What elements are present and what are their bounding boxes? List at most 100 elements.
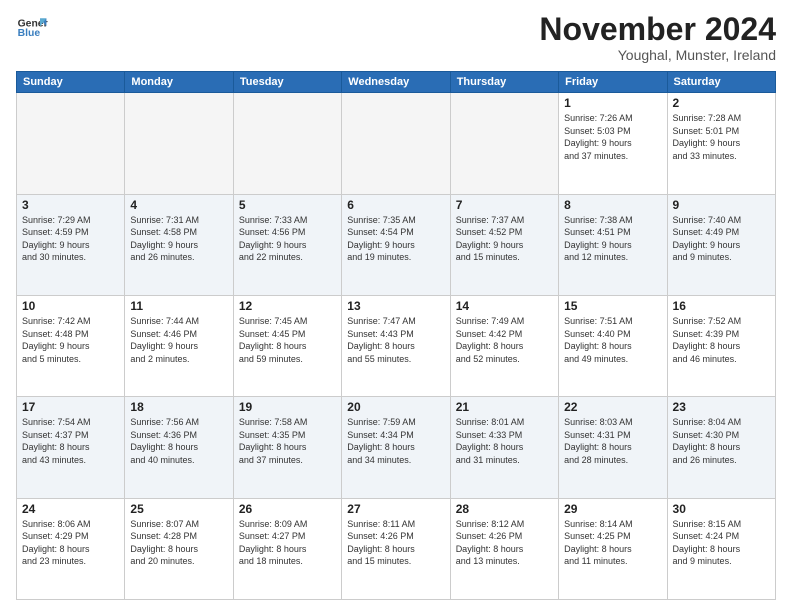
day-info: Sunrise: 8:07 AM Sunset: 4:28 PM Dayligh… (130, 518, 227, 568)
day-info: Sunrise: 8:14 AM Sunset: 4:25 PM Dayligh… (564, 518, 661, 568)
table-row: 27 Sunrise: 8:11 AM Sunset: 4:26 PM Dayli… (342, 498, 450, 599)
day-info: Sunrise: 7:49 AM Sunset: 4:42 PM Dayligh… (456, 315, 553, 365)
day-info: Sunrise: 7:58 AM Sunset: 4:35 PM Dayligh… (239, 416, 336, 466)
table-row (17, 93, 125, 194)
day-info: Sunrise: 8:11 AM Sunset: 4:26 PM Dayligh… (347, 518, 444, 568)
table-row: 23 Sunrise: 8:04 AM Sunset: 4:30 PM Dayli… (667, 397, 775, 498)
month-title: November 2024 (539, 12, 776, 47)
table-row: 3 Sunrise: 7:29 AM Sunset: 4:59 PM Daylig… (17, 194, 125, 295)
day-number: 8 (564, 198, 661, 212)
day-info: Sunrise: 7:59 AM Sunset: 4:34 PM Dayligh… (347, 416, 444, 466)
table-row: 11 Sunrise: 7:44 AM Sunset: 4:46 PM Dayli… (125, 295, 233, 396)
table-row: 17 Sunrise: 7:54 AM Sunset: 4:37 PM Dayli… (17, 397, 125, 498)
day-info: Sunrise: 7:47 AM Sunset: 4:43 PM Dayligh… (347, 315, 444, 365)
calendar-week-row: 24Sunrise: 8:06 AM Sunset: 4:29 PM Dayli… (17, 498, 776, 599)
day-number: 12 (239, 299, 336, 313)
day-info: Sunrise: 7:28 AM Sunset: 5:01 PM Dayligh… (673, 112, 770, 162)
day-number: 20 (347, 400, 444, 414)
day-info: Sunrise: 8:03 AM Sunset: 4:31 PM Dayligh… (564, 416, 661, 466)
table-row: 26 Sunrise: 8:09 AM Sunset: 4:27 PM Dayli… (233, 498, 341, 599)
day-info: Sunrise: 7:56 AM Sunset: 4:36 PM Dayligh… (130, 416, 227, 466)
day-number: 25 (130, 502, 227, 516)
day-number: 7 (456, 198, 553, 212)
day-info: Sunrise: 8:04 AM Sunset: 4:30 PM Dayligh… (673, 416, 770, 466)
col-friday: Friday (559, 72, 667, 93)
day-info: Sunrise: 7:31 AM Sunset: 4:58 PM Dayligh… (130, 214, 227, 264)
table-row: 16Sunrise: 7:52 AM Sunset: 4:39 PM Dayli… (667, 295, 775, 396)
logo-icon: General Blue (16, 12, 48, 44)
day-number: 9 (673, 198, 770, 212)
day-number: 4 (130, 198, 227, 212)
table-row: 21 Sunrise: 8:01 AM Sunset: 4:33 PM Dayli… (450, 397, 558, 498)
day-info: Sunrise: 7:40 AM Sunset: 4:49 PM Dayligh… (673, 214, 770, 264)
table-row: 2 Sunrise: 7:28 AM Sunset: 5:01 PM Daylig… (667, 93, 775, 194)
table-row: 24Sunrise: 8:06 AM Sunset: 4:29 PM Dayli… (17, 498, 125, 599)
day-info: Sunrise: 7:33 AM Sunset: 4:56 PM Dayligh… (239, 214, 336, 264)
day-number: 17 (22, 400, 119, 414)
calendar-week-row: 3 Sunrise: 7:29 AM Sunset: 4:59 PM Daylig… (17, 194, 776, 295)
day-info: Sunrise: 7:42 AM Sunset: 4:48 PM Dayligh… (22, 315, 119, 365)
day-number: 26 (239, 502, 336, 516)
table-row: 22Sunrise: 8:03 AM Sunset: 4:31 PM Dayli… (559, 397, 667, 498)
table-row: 6Sunrise: 7:35 AM Sunset: 4:54 PM Daylig… (342, 194, 450, 295)
day-info: Sunrise: 7:26 AM Sunset: 5:03 PM Dayligh… (564, 112, 661, 162)
col-thursday: Thursday (450, 72, 558, 93)
table-row: 13 Sunrise: 7:47 AM Sunset: 4:43 PM Dayli… (342, 295, 450, 396)
table-row: 20 Sunrise: 7:59 AM Sunset: 4:34 PM Dayli… (342, 397, 450, 498)
col-wednesday: Wednesday (342, 72, 450, 93)
day-number: 19 (239, 400, 336, 414)
day-number: 14 (456, 299, 553, 313)
day-number: 1 (564, 96, 661, 110)
table-row: 9 Sunrise: 7:40 AM Sunset: 4:49 PM Daylig… (667, 194, 775, 295)
day-info: Sunrise: 8:09 AM Sunset: 4:27 PM Dayligh… (239, 518, 336, 568)
table-row (342, 93, 450, 194)
subtitle: Youghal, Munster, Ireland (539, 47, 776, 63)
day-info: Sunrise: 7:38 AM Sunset: 4:51 PM Dayligh… (564, 214, 661, 264)
day-info: Sunrise: 7:44 AM Sunset: 4:46 PM Dayligh… (130, 315, 227, 365)
title-block: November 2024 Youghal, Munster, Ireland (539, 12, 776, 63)
col-sunday: Sunday (17, 72, 125, 93)
calendar-week-row: 1 Sunrise: 7:26 AM Sunset: 5:03 PM Daylig… (17, 93, 776, 194)
day-info: Sunrise: 7:45 AM Sunset: 4:45 PM Dayligh… (239, 315, 336, 365)
day-number: 15 (564, 299, 661, 313)
day-number: 13 (347, 299, 444, 313)
day-number: 6 (347, 198, 444, 212)
day-number: 21 (456, 400, 553, 414)
calendar-header-row: Sunday Monday Tuesday Wednesday Thursday… (17, 72, 776, 93)
day-number: 30 (673, 502, 770, 516)
day-info: Sunrise: 7:29 AM Sunset: 4:59 PM Dayligh… (22, 214, 119, 264)
table-row: 18Sunrise: 7:56 AM Sunset: 4:36 PM Dayli… (125, 397, 233, 498)
table-row (233, 93, 341, 194)
day-number: 2 (673, 96, 770, 110)
table-row: 15Sunrise: 7:51 AM Sunset: 4:40 PM Dayli… (559, 295, 667, 396)
header: General Blue November 2024 Youghal, Muns… (16, 12, 776, 63)
col-saturday: Saturday (667, 72, 775, 93)
day-info: Sunrise: 8:01 AM Sunset: 4:33 PM Dayligh… (456, 416, 553, 466)
table-row: 7 Sunrise: 7:37 AM Sunset: 4:52 PM Daylig… (450, 194, 558, 295)
table-row: 1 Sunrise: 7:26 AM Sunset: 5:03 PM Daylig… (559, 93, 667, 194)
day-number: 16 (673, 299, 770, 313)
day-number: 28 (456, 502, 553, 516)
page: General Blue November 2024 Youghal, Muns… (0, 0, 792, 612)
table-row: 8 Sunrise: 7:38 AM Sunset: 4:51 PM Daylig… (559, 194, 667, 295)
logo: General Blue (16, 12, 48, 44)
day-info: Sunrise: 8:15 AM Sunset: 4:24 PM Dayligh… (673, 518, 770, 568)
table-row: 29Sunrise: 8:14 AM Sunset: 4:25 PM Dayli… (559, 498, 667, 599)
day-number: 3 (22, 198, 119, 212)
table-row: 4 Sunrise: 7:31 AM Sunset: 4:58 PM Daylig… (125, 194, 233, 295)
day-info: Sunrise: 7:54 AM Sunset: 4:37 PM Dayligh… (22, 416, 119, 466)
col-tuesday: Tuesday (233, 72, 341, 93)
table-row: 25 Sunrise: 8:07 AM Sunset: 4:28 PM Dayli… (125, 498, 233, 599)
day-number: 5 (239, 198, 336, 212)
day-number: 27 (347, 502, 444, 516)
day-number: 23 (673, 400, 770, 414)
table-row: 19 Sunrise: 7:58 AM Sunset: 4:35 PM Dayli… (233, 397, 341, 498)
calendar-week-row: 17 Sunrise: 7:54 AM Sunset: 4:37 PM Dayli… (17, 397, 776, 498)
table-row: 30 Sunrise: 8:15 AM Sunset: 4:24 PM Dayli… (667, 498, 775, 599)
day-number: 11 (130, 299, 227, 313)
table-row: 28Sunrise: 8:12 AM Sunset: 4:26 PM Dayli… (450, 498, 558, 599)
table-row: 14 Sunrise: 7:49 AM Sunset: 4:42 PM Dayli… (450, 295, 558, 396)
svg-text:Blue: Blue (18, 28, 41, 39)
calendar-week-row: 10Sunrise: 7:42 AM Sunset: 4:48 PM Dayli… (17, 295, 776, 396)
day-info: Sunrise: 7:37 AM Sunset: 4:52 PM Dayligh… (456, 214, 553, 264)
